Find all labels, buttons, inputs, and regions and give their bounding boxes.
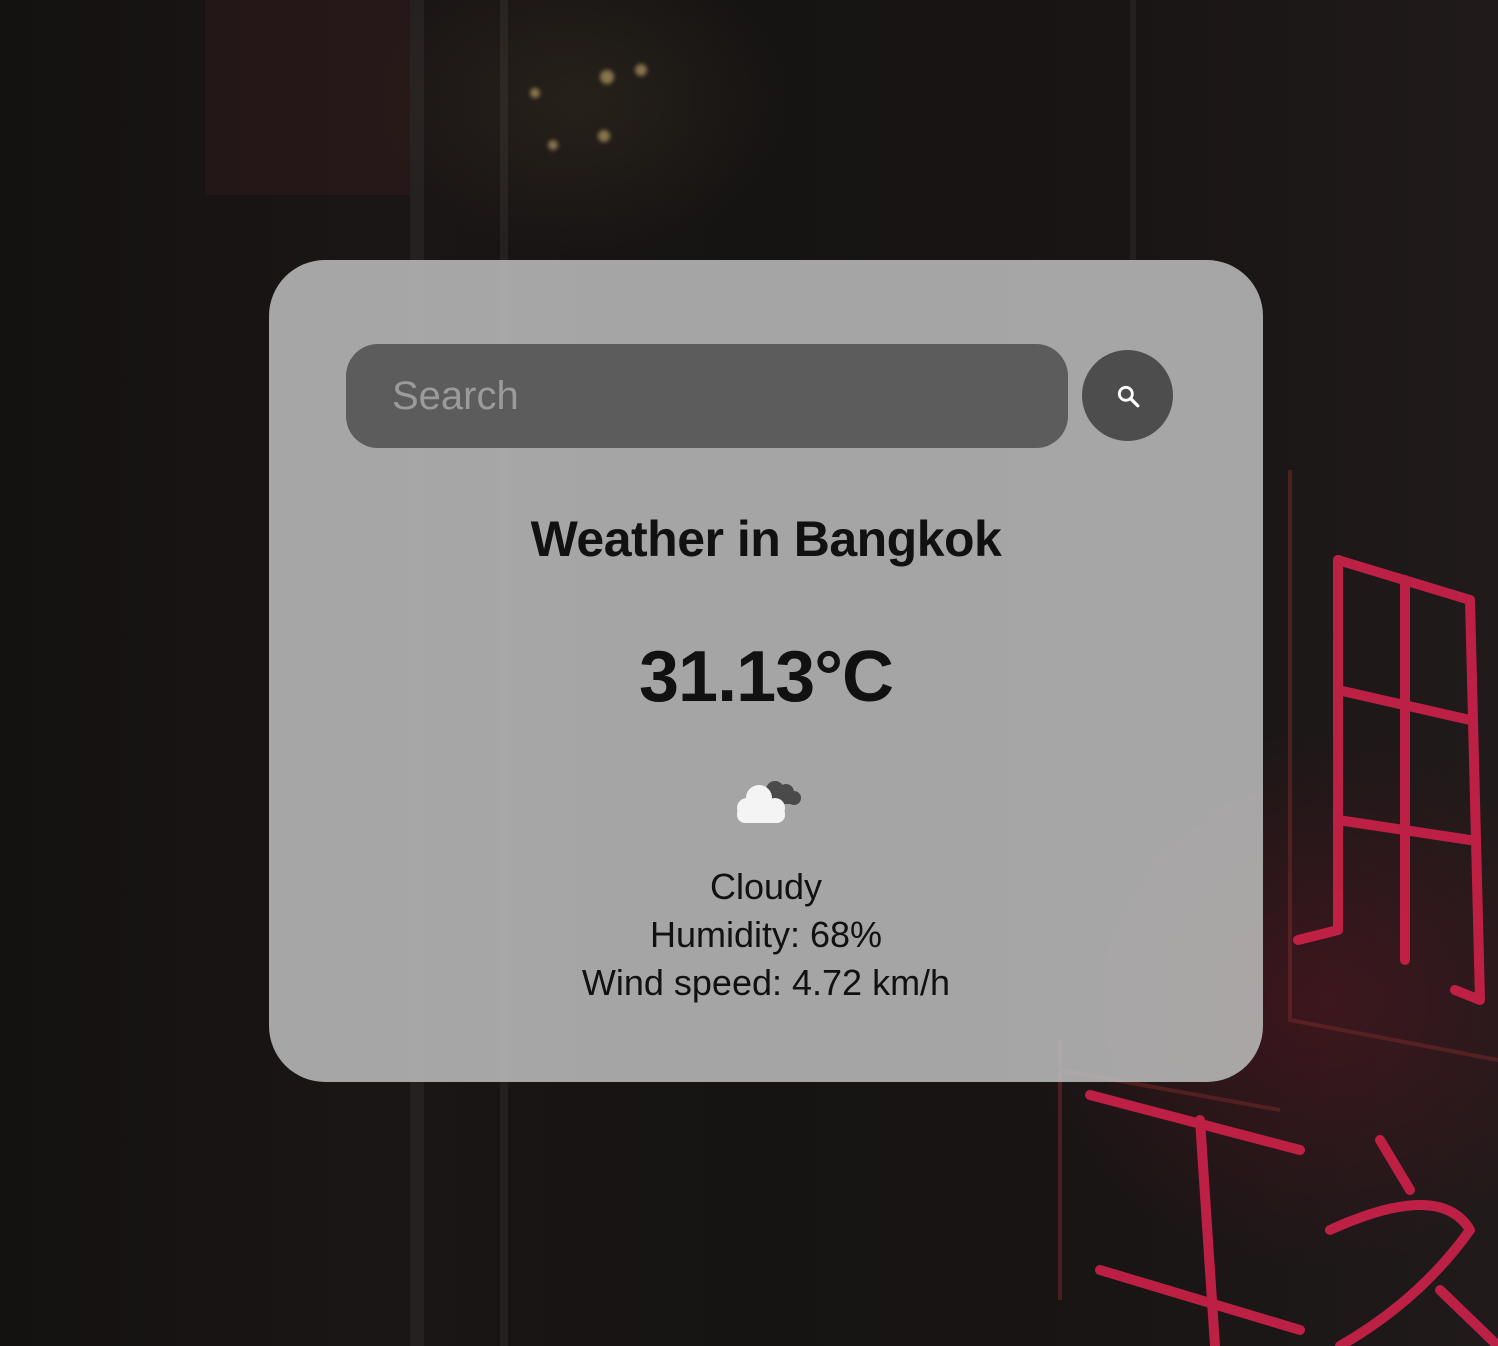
temperature: 31.13°C — [639, 637, 894, 717]
cloudy-icon — [729, 772, 805, 828]
search-icon — [1115, 383, 1141, 409]
city-title: Weather in Bangkok — [530, 511, 1002, 567]
wind-speed: Wind speed: 4.72 km/h — [581, 962, 951, 1003]
humidity: Humidity: 68% — [649, 914, 883, 955]
weather-description: Cloudy — [709, 866, 823, 907]
search-button[interactable] — [1082, 350, 1173, 441]
weather-card: Weather in Bangkok 31.13°C Cloudy Humidi… — [269, 260, 1263, 1082]
search-input[interactable] — [346, 344, 1068, 448]
weather-details: Cloudy Humidity: 68% Wind speed: 4.72 km… — [269, 863, 1263, 1007]
